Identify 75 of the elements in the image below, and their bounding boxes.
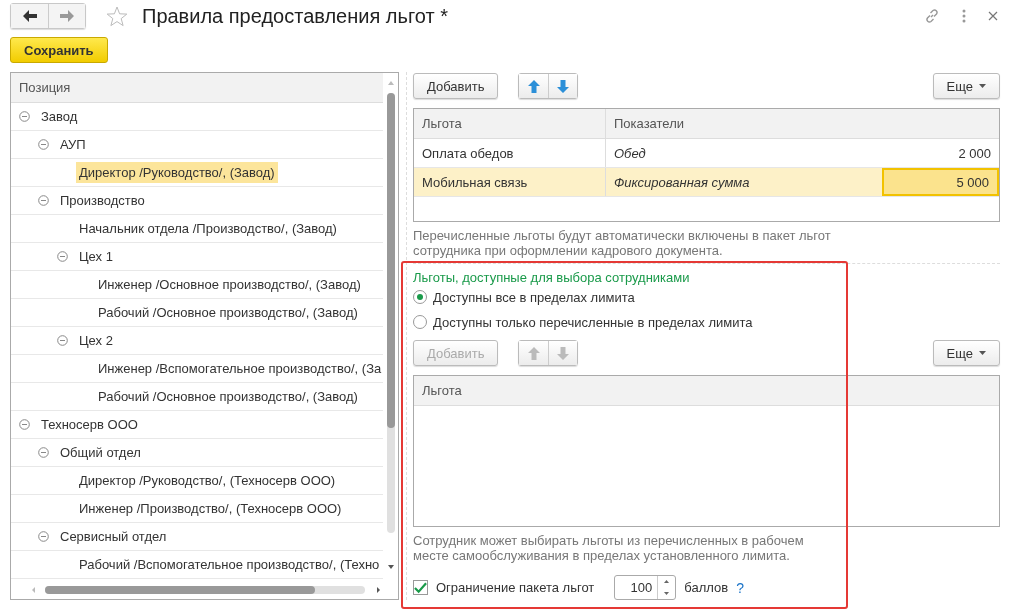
spin-down-icon[interactable] [664,591,670,595]
hint-text: Сотрудник может выбирать льготы из перечисленных в рабочем месте самообслуживания в пределах установленного лимита. [413,533,805,563]
collapse-icon[interactable] [38,531,49,542]
tree-item[interactable]: Техносерв ООО [38,414,141,435]
table-cell: 5 000 [882,168,999,196]
caret-icon [979,351,986,356]
tree-item[interactable]: Рабочий /Основное производство/, (Завод) [95,386,361,407]
caret-icon [979,84,986,88]
column-header: Льгота [414,109,606,138]
section-title: Льготы, доступные для выбора сотрудниками [413,269,691,285]
more-menu-button[interactable] [960,7,968,25]
table-row[interactable]: Оплата обедов Обед 2 000 [414,139,999,168]
close-button[interactable] [986,9,1000,23]
radio-label: Доступны только перечисленные в пределах лимита [433,314,753,330]
checkbox-label: Ограничение пакета льгот [436,580,595,595]
more-button[interactable]: Еще [932,340,1000,367]
table-cell: Оплата обедов [414,139,606,167]
tree-item[interactable]: Завод [38,106,81,127]
back-arrow-icon [22,10,37,22]
move-down-button[interactable] [548,74,578,98]
tree-item[interactable]: Инженер /Производство/, (Техносерв ООО) [76,498,345,519]
tree-item[interactable]: Цех 2 [76,330,116,351]
table-row[interactable]: Мобильная связь Фиксированная сумма 5 000 [414,168,999,197]
menu-dots-icon [962,9,966,23]
more-button[interactable]: Еще [932,73,1000,99]
tree-item[interactable]: Общий отдел [57,442,144,463]
forward-arrow-icon [60,10,74,22]
collapse-icon[interactable] [57,251,68,262]
tree-item[interactable]: Сервисный отдел [57,526,170,547]
collapse-icon[interactable] [19,111,30,122]
unit-label: баллов [684,580,729,595]
collapse-icon[interactable] [38,139,49,150]
tree-item[interactable]: Директор /Руководство/, (Техносерв ООО) [76,470,339,491]
tree-item[interactable]: Производство [57,190,148,211]
hint-text: Перечисленные льготы будут автоматически включены в пакет льгот сотрудника при оформлении кадрового документа. [413,227,832,258]
collapse-icon[interactable] [57,335,68,346]
add-button[interactable]: Добавить [413,73,499,99]
window-title: Правила предоставления льгот * [142,4,449,28]
tree-item[interactable]: Рабочий /Основное производство/, (Завод) [95,302,361,323]
back-button[interactable] [11,4,48,28]
checkbox[interactable] [413,580,428,595]
move-down-button[interactable] [548,341,578,366]
column-header: Позиция [11,73,383,103]
radio-button[interactable] [413,315,427,330]
tree-item[interactable]: Рабочий /Вспомогательное производство/, (Техно [76,554,383,575]
tree-item[interactable]: Цех 1 [76,246,116,267]
spin-up-icon[interactable] [664,580,670,584]
move-up-button[interactable] [519,74,549,98]
collapse-icon[interactable] [38,195,49,206]
table-cell: Мобильная связь [414,168,606,196]
radio-label: Доступны все в пределах лимита [433,289,635,305]
collapse-icon[interactable] [19,419,30,430]
table-cell-text: Обед [613,144,647,163]
table-cell-text: 2 000 [957,144,992,163]
star-icon [106,5,128,27]
up-arrow-icon [527,346,540,360]
help-link[interactable]: ? [736,579,744,596]
radio-button[interactable] [413,290,427,305]
down-arrow-icon [557,346,570,360]
move-up-button[interactable] [519,341,549,366]
tree-item[interactable]: Директор /Руководство/, (Завод) [76,162,278,183]
tree-item[interactable]: Инженер /Вспомогательное производство/, (За [95,358,383,379]
collapse-icon[interactable] [38,447,49,458]
column-header: Льгота [421,382,463,401]
table-cell-text: Фиксированная сумма [613,173,751,192]
link-icon [924,8,940,24]
close-icon [988,11,998,21]
tree-item[interactable]: АУП [57,134,89,155]
tree-item[interactable]: Инженер /Основное производство/, (Завод) [95,274,364,295]
up-arrow-icon [527,79,540,93]
tree-item[interactable]: Начальник отдела /Производство/, (Завод) [76,218,340,239]
number-field[interactable]: 100 [614,575,677,600]
save-button[interactable]: Сохранить [10,37,108,63]
column-header: Показатели [613,115,685,133]
down-arrow-icon [557,79,570,93]
